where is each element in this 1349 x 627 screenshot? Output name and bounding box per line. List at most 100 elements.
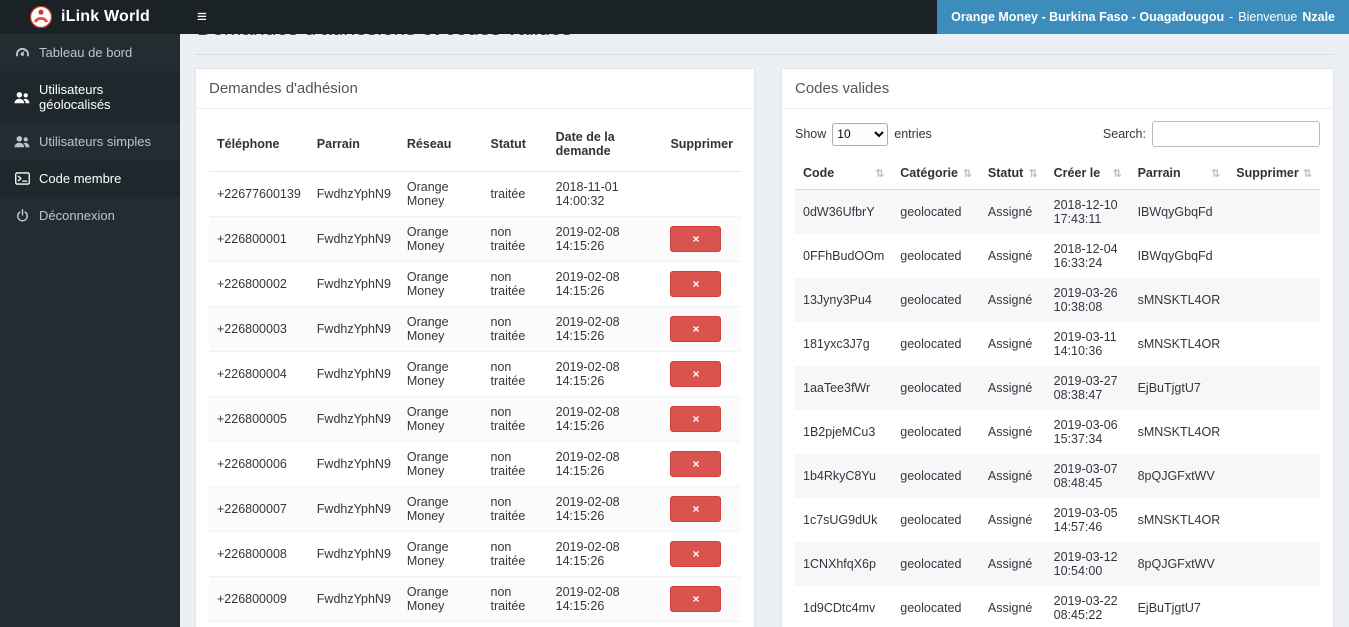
code-parrain: sMNSKTL4OR (1137, 513, 1221, 527)
delete-request-button[interactable]: × (670, 406, 722, 432)
code-parrain: sMNSKTL4OR (1129, 278, 1229, 322)
requests-column-header: Statut (482, 117, 548, 172)
requests-column-header: Date de la demande (547, 117, 663, 172)
delete-request-button[interactable]: × (670, 361, 722, 387)
user-name: Nzale (1302, 10, 1335, 24)
sidebar-item-label: Déconnexion (39, 208, 115, 223)
delete-request-button[interactable]: × (670, 541, 722, 567)
request-actions: × (662, 306, 741, 352)
delete-request-button[interactable]: × (670, 226, 722, 252)
request-telephone: +22677600139 (209, 171, 309, 217)
request-date: 2018-11-01 14:00:32 (547, 171, 663, 217)
request-telephone: +226800010 (209, 621, 309, 627)
requests-column-header: Parrain (308, 117, 399, 172)
terminal-icon (14, 172, 30, 185)
page-size-control: Show 10 entries (795, 122, 932, 146)
code-value: 1b4RkyC8Yu (795, 454, 893, 498)
user-info[interactable]: Orange Money - Burkina Faso - Ouagadougo… (937, 0, 1349, 34)
request-row: +226800006 FwdhzYphN9 Orange Money non trai… (209, 441, 741, 487)
page-size-select[interactable]: 10 (832, 122, 889, 146)
sidebar-item-utilisateurs-geolocalises[interactable]: Utilisateurs géolocalisés (0, 71, 180, 123)
request-row: +226800001 FwdhzYphN9 Orange Money non trai… (209, 216, 741, 262)
search-control: Search: (1103, 121, 1320, 147)
dashboard-icon (14, 46, 30, 59)
sidebar-item-utilisateurs-simples[interactable]: Utilisateurs simples (0, 123, 180, 160)
code-categorie: geolocated (892, 542, 980, 586)
request-date: 2019-02-08 14:15:26 (547, 441, 663, 487)
request-reseau: Orange Money (398, 216, 483, 262)
delete-request-button[interactable]: × (670, 451, 722, 477)
code-creer-le: 2019-03-07 08:48:45 (1045, 454, 1130, 498)
request-parrain: FwdhzYphN9 (308, 216, 399, 262)
request-reseau: Orange Money (398, 261, 483, 307)
sidebar-item-code-membre[interactable]: Code membre (0, 160, 180, 197)
sidebar-item-label: Code membre (39, 171, 122, 186)
delete-request-button[interactable]: × (670, 316, 722, 342)
request-date: 2019-02-08 14:15:26 (547, 351, 663, 397)
code-value: 1c7sUG9dUk (803, 513, 878, 527)
code-categorie: geolocated (900, 337, 962, 351)
request-reseau: Orange Money (398, 351, 483, 397)
request-parrain: FwdhzYphN9 (308, 621, 399, 627)
code-actions (1228, 454, 1320, 498)
request-telephone: +226800006 (209, 441, 309, 487)
search-input[interactable] (1152, 121, 1320, 147)
request-parrain: FwdhzYphN9 (308, 171, 399, 217)
delete-request-button[interactable]: × (670, 496, 722, 522)
codes-column-header-parrain[interactable]: Parrain ⇅ (1129, 157, 1229, 190)
code-creer-le: 2019-03-26 10:38:08 (1045, 278, 1130, 322)
sidebar-item-tableau-de-bord[interactable]: Tableau de bord (0, 34, 180, 71)
sidebar-item-deconnexion[interactable]: Déconnexion (0, 197, 180, 234)
codes-table-body: 0dW36UfbrY geolocated Assigné 2018-12-10 17… (795, 189, 1320, 627)
request-parrain: FwdhzYphN9 (308, 486, 399, 532)
code-value: 1B2pjeMCu3 (803, 425, 876, 439)
code-row: 1d9CDtc4mv geolocated Assigné 2019-03-22 08… (795, 586, 1320, 627)
show-label: Show (795, 127, 827, 141)
request-reseau: Orange Money (398, 531, 483, 577)
sidebar-toggle-button[interactable]: ≡ (180, 0, 224, 34)
code-actions (1228, 322, 1320, 366)
code-parrain: EjBuTjgtU7 (1137, 601, 1201, 615)
code-categorie: geolocated (900, 513, 962, 527)
code-creer-le: 2019-03-05 14:57:46 (1053, 506, 1118, 534)
code-actions (1228, 498, 1320, 542)
code-parrain: 8pQJGFxtWV (1129, 542, 1229, 586)
code-statut: Assigné (987, 601, 1033, 615)
delete-request-button[interactable]: × (670, 586, 722, 612)
code-creer-le: 2019-03-22 08:45:22 (1053, 594, 1118, 622)
request-parrain: FwdhzYphN9 (308, 306, 399, 352)
welcome-text: Bienvenue (1238, 10, 1298, 24)
sidebar-item-label: Utilisateurs simples (39, 134, 151, 149)
request-statut: non traitée (482, 351, 548, 397)
codes-column-header-categorie[interactable]: Catégorie ⇅ (892, 157, 980, 190)
code-statut: Assigné (987, 337, 1033, 351)
code-value: 13Jyny3Pu4 (795, 278, 893, 322)
code-creer-le: 2018-12-04 16:33:24 (1053, 242, 1118, 270)
navbar: ≡ Orange Money - Burkina Faso - Ouagadou… (180, 0, 1349, 34)
sidebar-item-label: Tableau de bord (39, 45, 133, 60)
code-categorie: geolocated (892, 454, 980, 498)
codes-column-header-supprimer[interactable]: Supprimer ⇅ (1228, 157, 1320, 190)
request-reseau: Orange Money (398, 621, 483, 627)
request-date: 2019-02-08 14:15:26 (547, 306, 663, 352)
request-parrain: FwdhzYphN9 (308, 261, 399, 307)
codes-column-header-code[interactable]: Code ⇅ (795, 157, 893, 190)
request-telephone: +226800007 (209, 486, 309, 532)
request-actions: × (662, 396, 741, 442)
user-location: Orange Money - Burkina Faso - Ouagadougo… (951, 10, 1225, 24)
code-actions (1228, 189, 1320, 234)
request-parrain: FwdhzYphN9 (308, 351, 399, 397)
requests-table-body: +22677600139 FwdhzYphN9 Orange Money traité… (209, 171, 741, 627)
request-parrain: FwdhzYphN9 (308, 576, 399, 622)
codes-column-header-creer-le[interactable]: Créer le ⇅ (1045, 157, 1130, 190)
brand-name: iLink World (60, 8, 150, 25)
brand-logo[interactable]: iLink World (0, 0, 180, 34)
delete-request-button[interactable]: × (670, 271, 722, 297)
request-statut: non traitée (482, 396, 548, 442)
request-statut: non traitée (482, 486, 548, 532)
sort-icon: ⇅ (962, 167, 972, 180)
search-label: Search: (1102, 127, 1146, 141)
request-actions: × (662, 351, 741, 397)
code-row: 13Jyny3Pu4 geolocated Assigné 2019-03-26 10… (795, 278, 1320, 322)
codes-column-header-statut[interactable]: Statut ⇅ (979, 157, 1046, 190)
